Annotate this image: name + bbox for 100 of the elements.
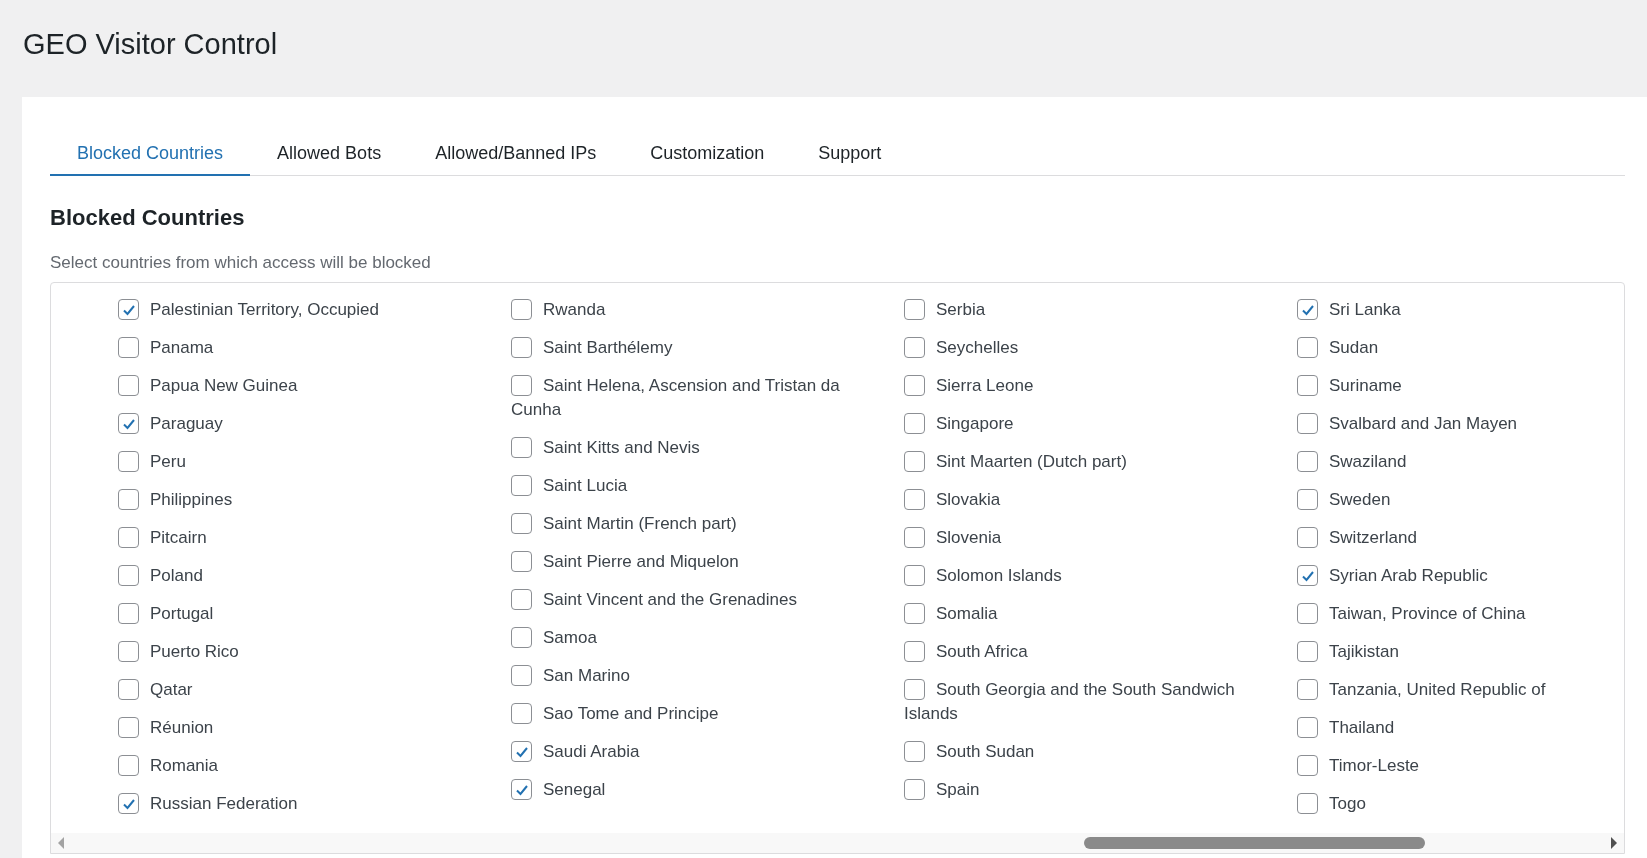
country-checkbox-label[interactable]: Sri Lanka [1297,298,1647,322]
checkbox[interactable] [511,437,532,458]
tab[interactable]: Allowed/Banned IPs [408,132,624,176]
country-checkbox-label[interactable]: Syrian Arab Republic [1297,564,1647,588]
checkbox[interactable] [118,603,139,624]
checkbox[interactable] [511,589,532,610]
country-checkbox-label[interactable]: Portugal [118,602,473,626]
checkbox[interactable] [511,513,532,534]
country-checkbox-label[interactable]: Qatar [118,678,473,702]
country-checkbox-label[interactable]: Tajikistan [1297,640,1647,664]
country-checkbox-label[interactable]: Romania [118,754,473,778]
country-checkbox-label[interactable]: Russian Federation [118,792,473,816]
country-checkbox-label[interactable]: Réunion [118,716,473,740]
checkbox[interactable] [1297,299,1318,320]
scroll-right-icon[interactable] [1610,837,1618,849]
checkbox[interactable] [118,337,139,358]
checkbox[interactable] [511,665,532,686]
country-checkbox-label[interactable]: Senegal [511,778,866,802]
checkbox[interactable] [118,793,139,814]
checkbox[interactable] [118,413,139,434]
country-checkbox-label[interactable]: Papua New Guinea [118,374,473,398]
checkbox[interactable] [511,475,532,496]
country-checkbox-label[interactable]: Thailand [1297,716,1647,740]
country-checkbox-label[interactable]: South Africa [904,640,1259,664]
country-checkbox-label[interactable]: Rwanda [511,298,866,322]
checkbox[interactable] [1297,375,1318,396]
checkbox[interactable] [904,741,925,762]
country-checkbox-label[interactable]: Timor-Leste [1297,754,1647,778]
country-checkbox-label[interactable]: Spain [904,778,1259,802]
checkbox[interactable] [1297,793,1318,814]
checkbox[interactable] [1297,565,1318,586]
country-checkbox-label[interactable]: Panama [118,336,473,360]
checkbox[interactable] [904,679,925,700]
checkbox[interactable] [511,299,532,320]
scrollbar-thumb[interactable] [1084,837,1425,849]
country-checkbox-label[interactable]: Saint Vincent and the Grenadines [511,588,866,612]
country-checkbox-label[interactable]: Sudan [1297,336,1647,360]
country-checkbox-label[interactable]: Saint Barthélemy [511,336,866,360]
checkbox[interactable] [1297,717,1318,738]
tab[interactable]: Blocked Countries [50,132,251,176]
checkbox[interactable] [904,413,925,434]
checkbox[interactable] [1297,489,1318,510]
country-checkbox-label[interactable]: South Sudan [904,740,1259,764]
country-checkbox-label[interactable]: Slovenia [904,526,1259,550]
checkbox[interactable] [904,451,925,472]
scroll-left-icon[interactable] [57,837,65,849]
country-checkbox-label[interactable]: Taiwan, Province of China [1297,602,1647,626]
checkbox[interactable] [904,641,925,662]
country-checkbox-label[interactable]: Somalia [904,602,1259,626]
country-checkbox-label[interactable]: Suriname [1297,374,1647,398]
country-checkbox-label[interactable]: Puerto Rico [118,640,473,664]
checkbox[interactable] [118,679,139,700]
country-checkbox-label[interactable]: Poland [118,564,473,588]
country-checkbox-label[interactable]: Saint Pierre and Miquelon [511,550,866,574]
country-checkbox-label[interactable]: Saudi Arabia [511,740,866,764]
checkbox[interactable] [511,741,532,762]
country-checkbox-label[interactable]: Sierra Leone [904,374,1259,398]
checkbox[interactable] [904,375,925,396]
country-checkbox-label[interactable]: Paraguay [118,412,473,436]
checkbox[interactable] [904,527,925,548]
country-checkbox-label[interactable]: Saint Helena, Ascension and Tristan da Cunha [511,374,866,422]
checkbox[interactable] [904,299,925,320]
country-checkbox-label[interactable]: Palestinian Territory, Occupied [118,298,473,322]
checkbox[interactable] [904,565,925,586]
checkbox[interactable] [1297,337,1318,358]
country-checkbox-label[interactable]: Pitcairn [118,526,473,550]
country-checkbox-label[interactable]: Sweden [1297,488,1647,512]
checkbox[interactable] [118,451,139,472]
checkbox[interactable] [1297,527,1318,548]
country-checkbox-label[interactable]: San Marino [511,664,866,688]
country-checkbox-label[interactable]: Svalbard and Jan Mayen [1297,412,1647,436]
checkbox[interactable] [511,779,532,800]
checkbox[interactable] [118,375,139,396]
country-checkbox-label[interactable]: Sint Maarten (Dutch part) [904,450,1259,474]
checkbox[interactable] [118,641,139,662]
checkbox[interactable] [118,755,139,776]
country-checkbox-label[interactable]: Switzerland [1297,526,1647,550]
checkbox[interactable] [511,337,532,358]
checkbox[interactable] [904,779,925,800]
country-checkbox-label[interactable]: Saint Lucia [511,474,866,498]
checkbox[interactable] [511,627,532,648]
checkbox[interactable] [118,565,139,586]
tab[interactable]: Allowed Bots [250,132,409,176]
country-checkbox-label[interactable]: Tanzania, United Republic of [1297,678,1647,702]
country-checkbox-label[interactable]: Swaziland [1297,450,1647,474]
checkbox[interactable] [511,551,532,572]
checkbox[interactable] [1297,679,1318,700]
horizontal-scrollbar[interactable] [51,833,1624,853]
tab[interactable]: Support [791,132,909,176]
checkbox[interactable] [118,527,139,548]
checkbox[interactable] [1297,641,1318,662]
country-checkbox-label[interactable]: Slovakia [904,488,1259,512]
country-checkbox-label[interactable]: Togo [1297,792,1647,816]
country-checkbox-label[interactable]: Peru [118,450,473,474]
checkbox[interactable] [904,489,925,510]
country-checkbox-label[interactable]: Saint Kitts and Nevis [511,436,866,460]
checkbox[interactable] [511,703,532,724]
country-checkbox-label[interactable]: Solomon Islands [904,564,1259,588]
checkbox[interactable] [904,337,925,358]
checkbox[interactable] [118,489,139,510]
